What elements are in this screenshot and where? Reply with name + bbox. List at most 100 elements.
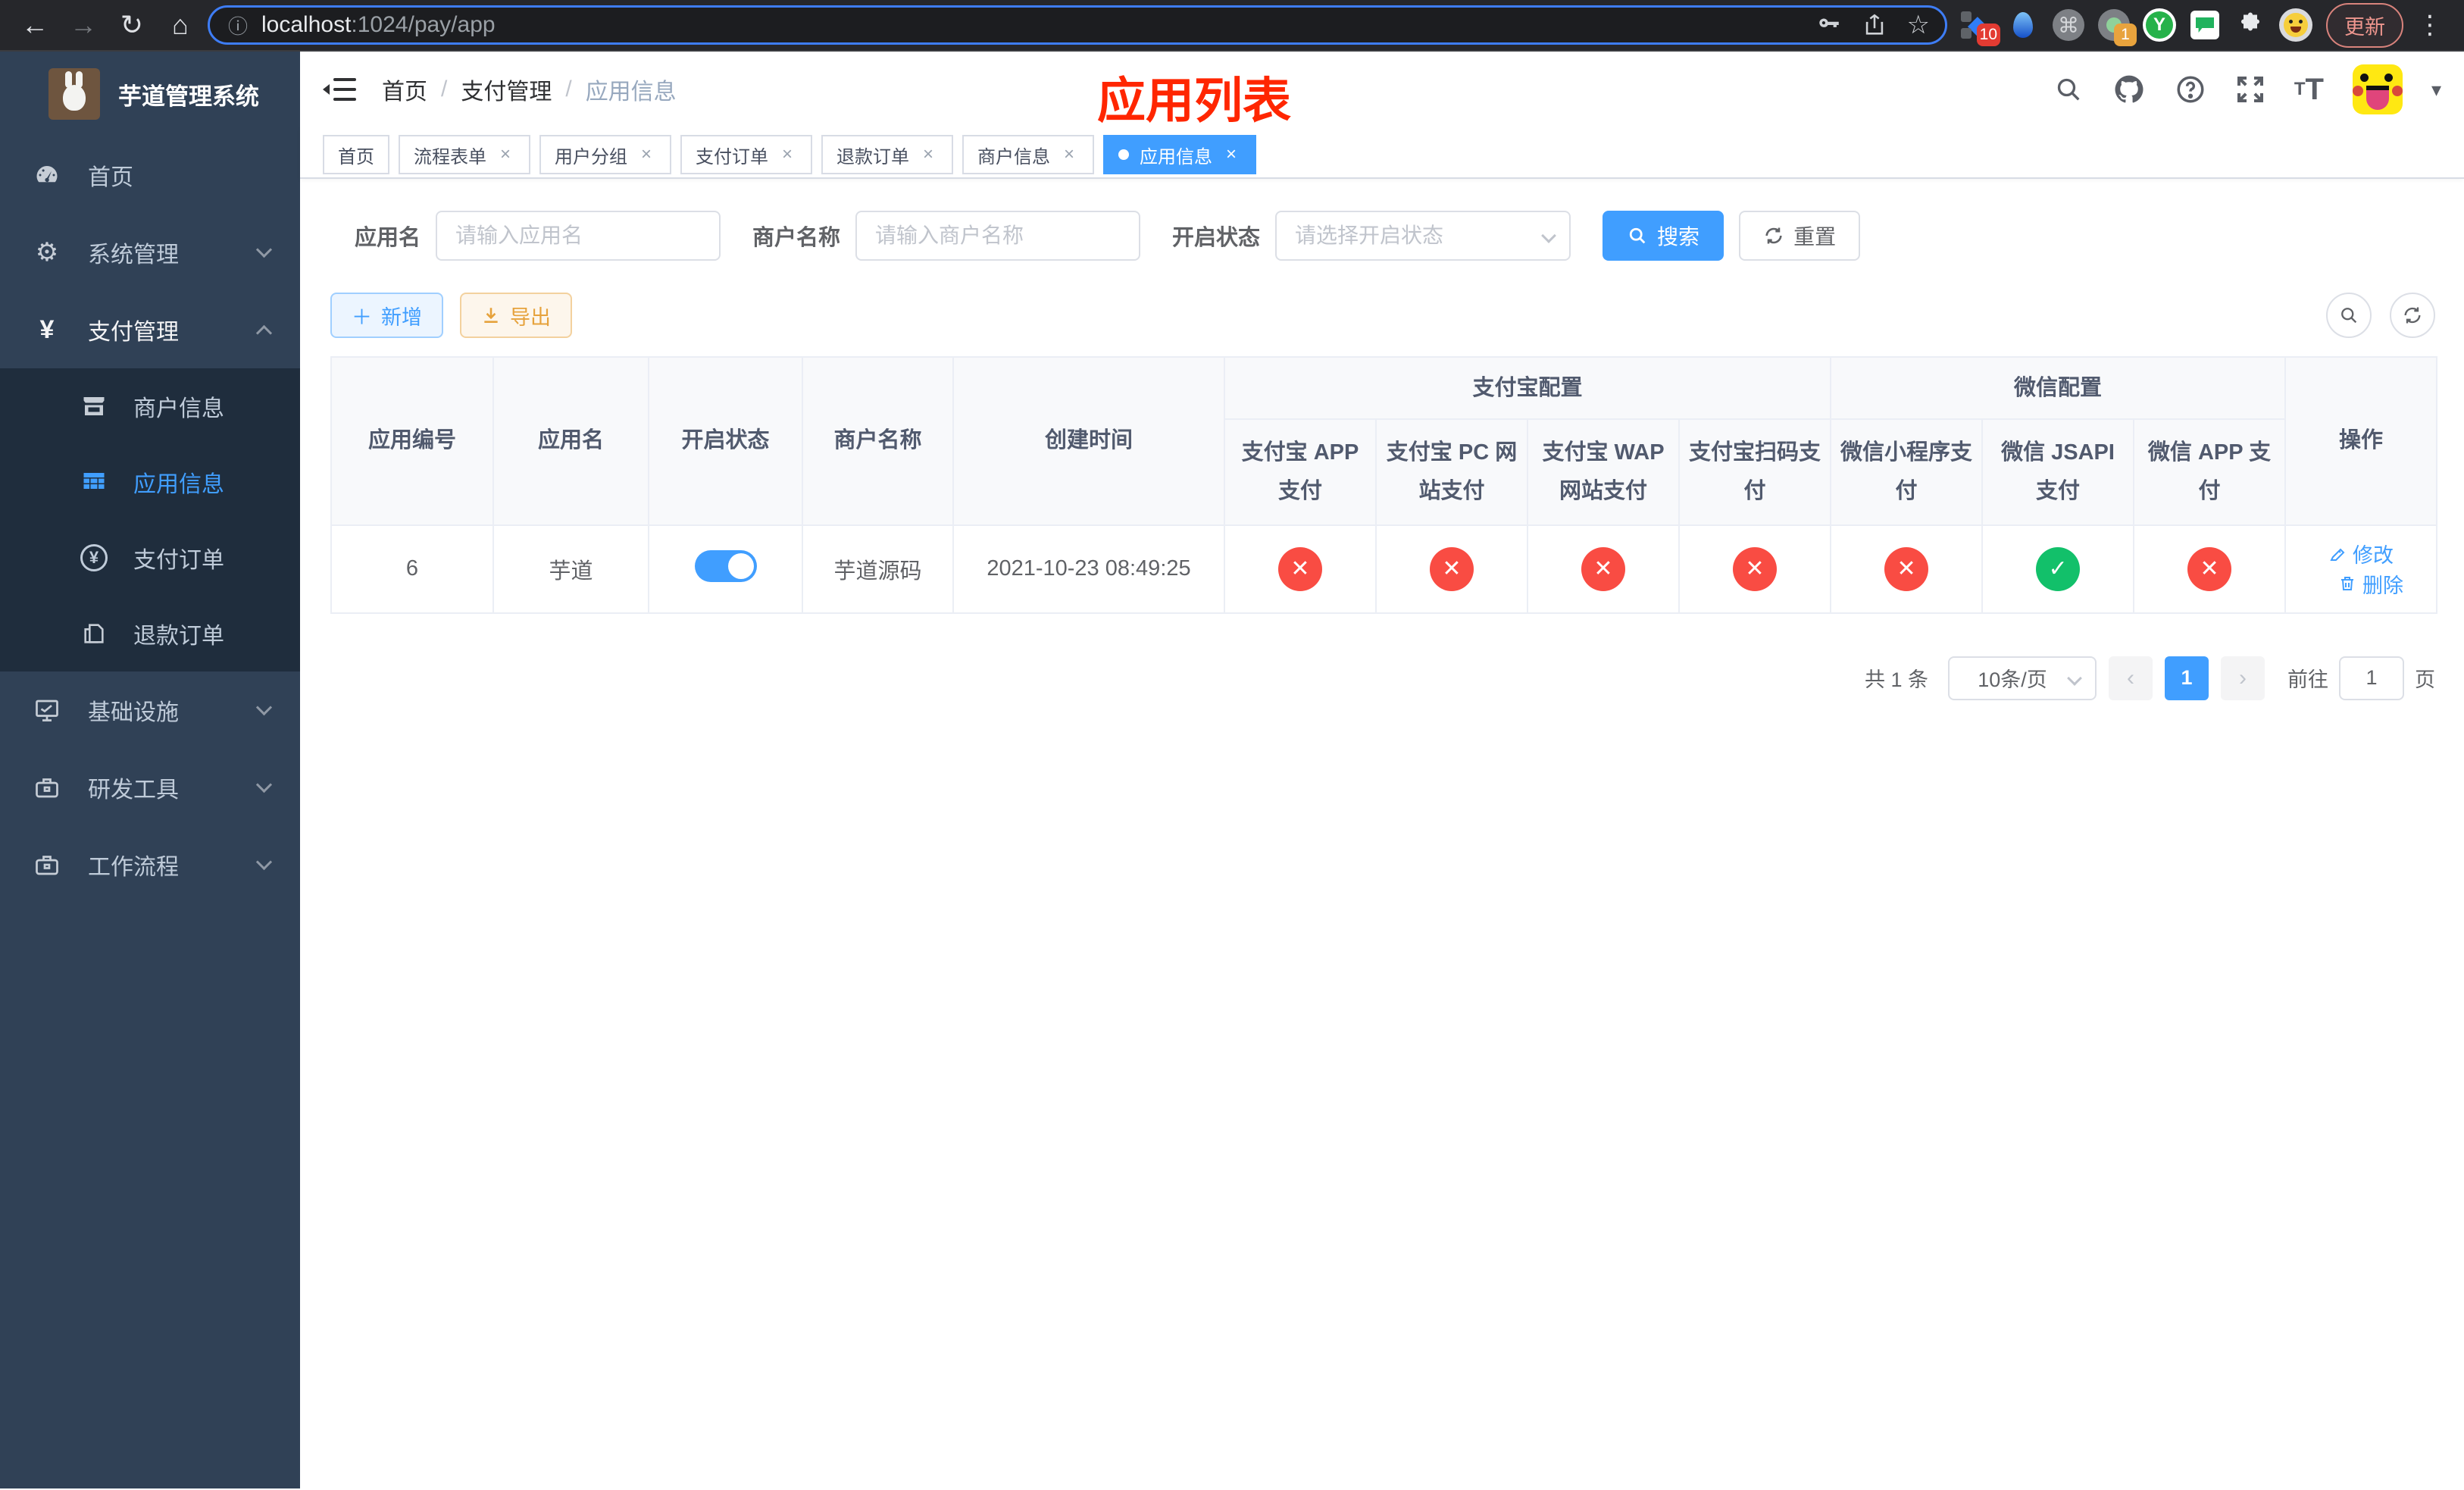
prev-page-button[interactable]: ‹ xyxy=(2109,656,2153,700)
tab-close-icon[interactable] xyxy=(777,145,797,164)
status-select[interactable] xyxy=(1275,211,1571,261)
password-key-icon[interactable] xyxy=(1816,12,1842,38)
browser-back-button[interactable]: ← xyxy=(14,4,56,46)
reset-button[interactable]: 重置 xyxy=(1739,211,1861,261)
filter-form: 应用名 商户名称 开启状态 搜索 xyxy=(330,211,2435,261)
page-1-button[interactable]: 1 xyxy=(2165,656,2209,700)
chevron-down-icon xyxy=(255,853,273,870)
page-size-select[interactable]: 10条/页 xyxy=(1948,656,2097,700)
chrome-update-button[interactable]: 更新 xyxy=(2326,2,2403,48)
extensions-puzzle-icon[interactable] xyxy=(2234,8,2267,42)
chrome-menu-icon[interactable]: ⋮ xyxy=(2409,10,2450,40)
toolbox-icon xyxy=(32,851,62,878)
breadcrumb: 首页 / 支付管理 / 应用信息 xyxy=(382,73,677,106)
collapse-sidebar-icon[interactable] xyxy=(323,78,356,101)
sidebar-item-payment[interactable]: ¥ 支付管理 xyxy=(0,291,300,368)
extension-record-icon[interactable]: 1 xyxy=(2097,8,2137,46)
app-name-input[interactable] xyxy=(436,211,721,261)
extension-command-icon[interactable]: ⌘ xyxy=(2052,8,2085,42)
browser-reload-button[interactable]: ↻ xyxy=(111,4,153,46)
sidebar-item-devtools[interactable]: 研发工具 xyxy=(0,749,300,826)
profile-emoji-icon[interactable] xyxy=(2279,8,2312,42)
document-icon xyxy=(79,621,109,646)
toolbox-icon xyxy=(32,774,62,801)
sidebar-logo[interactable]: 芋道管理系统 xyxy=(0,52,300,136)
breadcrumb-separator: / xyxy=(565,77,572,102)
table-row: 6 芋道 芋道源码 2021-10-23 08:49:25 ✕ ✕ ✕ ✕ ✕ … xyxy=(330,524,2438,614)
export-button[interactable]: 导出 xyxy=(460,293,572,338)
goto-page-input[interactable] xyxy=(2339,656,2404,700)
address-bar[interactable]: ⓘ localhost:1024/pay/app ☆ xyxy=(208,5,1947,45)
browser-home-button[interactable]: ⌂ xyxy=(159,4,202,46)
merchant-name-label: 商户名称 xyxy=(752,226,841,250)
merchant-name-input[interactable] xyxy=(855,211,1141,261)
extension-diamond-icon[interactable]: ◆ 10 xyxy=(1961,8,2000,46)
breadcrumb-home[interactable]: 首页 xyxy=(382,73,427,106)
next-page-button[interactable]: › xyxy=(2221,656,2265,700)
tab-close-icon[interactable] xyxy=(1221,145,1241,164)
sidebar-item-refund-order[interactable]: 退款订单 xyxy=(0,596,300,671)
tab-close-icon[interactable] xyxy=(496,145,515,164)
sidebar-item-label: 研发工具 xyxy=(88,778,179,803)
pencil-icon xyxy=(2330,548,2345,561)
delete-link[interactable]: 删除 xyxy=(2338,569,2403,599)
tab-close-icon[interactable] xyxy=(918,145,938,164)
toggle-search-button[interactable] xyxy=(2326,293,2372,338)
column-header-wx-app: 微信 APP 支付 xyxy=(2133,418,2287,526)
url-path: :1024/pay/app xyxy=(351,12,496,37)
tab-process-form[interactable]: 流程表单 xyxy=(399,135,530,174)
tab-close-icon[interactable] xyxy=(1059,145,1079,164)
sidebar-item-label: 基础设施 xyxy=(88,700,179,725)
github-icon[interactable] xyxy=(2112,73,2146,106)
bookmark-star-icon[interactable]: ☆ xyxy=(1907,10,1930,40)
user-avatar[interactable] xyxy=(2352,64,2403,114)
chevron-up-icon xyxy=(255,324,273,341)
extension-drop-icon[interactable] xyxy=(2006,8,2040,42)
extension-green-circle-icon[interactable]: Y xyxy=(2143,8,2176,42)
tab-pay-order[interactable]: 支付订单 xyxy=(680,135,812,174)
sidebar-item-merchant-info[interactable]: 商户信息 xyxy=(0,368,300,444)
help-icon[interactable] xyxy=(2175,74,2206,105)
share-icon[interactable] xyxy=(1862,12,1887,38)
search-button[interactable]: 搜索 xyxy=(1603,211,1724,261)
sidebar: 芋道管理系统 首页 ⚙ 系统管理 ¥ 支付管理 商户信息 应用信息 ¥ 支付订单… xyxy=(0,52,300,1488)
navbar: 首页 / 支付管理 / 应用信息 应用列表 T T ▾ xyxy=(300,52,2464,128)
pagination: 共 1 条 10条/页 ‹ 1 › 前往 页 xyxy=(330,656,2435,700)
add-button[interactable]: ＋ 新增 xyxy=(330,293,443,338)
breadcrumb-separator: / xyxy=(441,77,448,102)
status-select-wrap xyxy=(1275,211,1571,261)
sidebar-item-label: 支付管理 xyxy=(88,320,179,345)
sidebar-item-app-info[interactable]: 应用信息 xyxy=(0,444,300,520)
tab-merchant-info[interactable]: 商户信息 xyxy=(962,135,1094,174)
extension-badge: 10 xyxy=(1976,23,2000,46)
page-annotation-title: 应用列表 xyxy=(1097,74,1291,128)
site-info-icon[interactable]: ⓘ xyxy=(225,12,251,38)
avatar-caret-icon[interactable]: ▾ xyxy=(2431,78,2441,102)
sidebar-item-infra[interactable]: 基础设施 xyxy=(0,671,300,749)
search-icon[interactable] xyxy=(2053,74,2084,105)
refresh-table-button[interactable] xyxy=(2390,293,2435,338)
sidebar-item-workflow[interactable]: 工作流程 xyxy=(0,826,300,903)
cell-app-id: 6 xyxy=(330,524,494,614)
browser-forward-button[interactable]: → xyxy=(62,4,105,46)
edit-link[interactable]: 修改 xyxy=(2328,539,2394,568)
fullscreen-icon[interactable] xyxy=(2235,74,2265,105)
sidebar-item-home[interactable]: 首页 xyxy=(0,136,300,214)
tab-app-info[interactable]: 应用信息 xyxy=(1103,135,1256,174)
breadcrumb-payment[interactable]: 支付管理 xyxy=(461,73,552,106)
chevron-down-icon xyxy=(255,699,273,715)
breadcrumb-current: 应用信息 xyxy=(585,80,677,105)
tab-close-icon[interactable] xyxy=(636,145,656,164)
tab-refund-order[interactable]: 退款订单 xyxy=(821,135,953,174)
tab-home[interactable]: 首页 xyxy=(323,135,389,174)
sidebar-item-system[interactable]: ⚙ 系统管理 xyxy=(0,214,300,291)
extension-chat-icon[interactable] xyxy=(2188,8,2222,42)
enabled-toggle[interactable] xyxy=(694,549,757,582)
tab-user-group[interactable]: 用户分组 xyxy=(539,135,671,174)
extension-badge: 1 xyxy=(2114,23,2137,46)
column-header-alipay-wap: 支付宝 WAP 网站支付 xyxy=(1527,418,1680,526)
url-text[interactable]: localhost:1024/pay/app xyxy=(261,12,1806,38)
column-header-alipay-qr: 支付宝扫码支付 xyxy=(1678,418,1832,526)
sidebar-item-pay-order[interactable]: ¥ 支付订单 xyxy=(0,520,300,596)
font-size-icon[interactable]: TT xyxy=(2294,73,2324,107)
